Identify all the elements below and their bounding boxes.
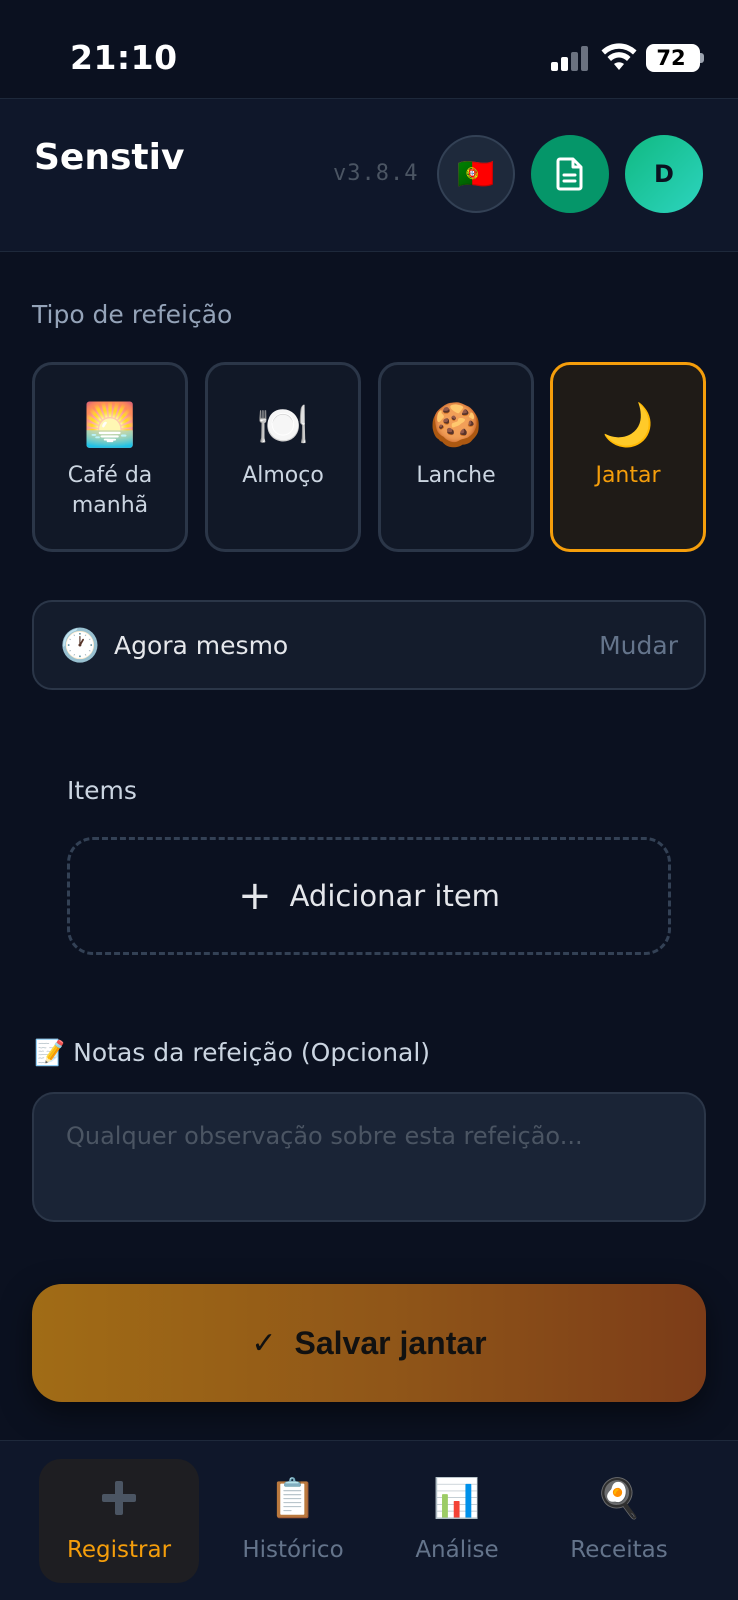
tab-label: Registrar: [66, 1537, 172, 1563]
meal-option-label: Café da manhã: [67, 463, 153, 518]
battery-icon: 72: [646, 44, 700, 72]
clipboard-icon: 📋: [269, 1476, 317, 1520]
meal-option-label: Lanche: [416, 463, 496, 488]
tab-registrar[interactable]: Registrar: [39, 1459, 199, 1583]
tab-label: Histórico: [242, 1537, 344, 1563]
app-version: v3.8.4: [333, 161, 419, 186]
moon-icon: 🌙: [601, 400, 655, 449]
check-icon: ✓: [251, 1326, 277, 1360]
tab-label: Receitas: [570, 1537, 668, 1563]
items-label: Items: [67, 776, 137, 805]
language-button[interactable]: 🇵🇹: [437, 135, 515, 213]
portugal-flag-icon: 🇵🇹: [457, 156, 495, 192]
document-icon: [556, 157, 583, 191]
frying-pan-icon: 🍳: [595, 1476, 643, 1520]
bar-chart-icon: 📊: [433, 1476, 481, 1520]
tab-analise[interactable]: 📊 Análise: [377, 1459, 537, 1583]
cellular-signal-icon: [551, 45, 589, 71]
sunrise-icon: 🌅: [83, 400, 137, 449]
meal-option-label: Jantar: [595, 463, 661, 488]
notes-input[interactable]: [32, 1092, 706, 1222]
tab-label: Análise: [415, 1537, 499, 1563]
plate-icon: 🍽️: [256, 400, 310, 449]
meal-option-breakfast[interactable]: 🌅 Café da manhã: [32, 362, 188, 552]
meal-option-dinner[interactable]: 🌙 Jantar: [550, 362, 706, 552]
plus-icon: [102, 1481, 136, 1515]
meal-option-snack[interactable]: 🍪 Lanche: [378, 362, 534, 552]
meal-register-screen: 21:10 72 Senstiv v3.8.4 🇵🇹 D Tipo de ref…: [0, 0, 738, 1600]
app-title: Senstiv: [34, 137, 185, 178]
plus-icon: +: [238, 873, 272, 919]
status-time: 21:10: [70, 38, 178, 77]
meal-type-label: Tipo de refeição: [32, 300, 233, 329]
change-time-button[interactable]: Mudar: [599, 631, 678, 660]
tab-historico[interactable]: 📋 Histórico: [213, 1459, 373, 1583]
meal-time-row[interactable]: 🕐 Agora mesmo Mudar: [32, 600, 706, 690]
save-button-label: Salvar jantar: [294, 1324, 487, 1361]
meal-option-label: Almoço: [242, 463, 324, 488]
meal-time-value: Agora mesmo: [114, 631, 289, 660]
status-bar: 21:10 72: [0, 0, 738, 100]
memo-icon: 📝: [34, 1038, 66, 1067]
save-dinner-button[interactable]: ✓ Salvar jantar: [32, 1284, 706, 1402]
avatar-initial: D: [654, 160, 674, 188]
clock-icon: 🕐: [60, 626, 100, 664]
add-item-button[interactable]: + Adicionar item: [67, 837, 671, 955]
avatar-button[interactable]: D: [625, 135, 703, 213]
bottom-navigation: Registrar 📋 Histórico 📊 Análise 🍳 Receit…: [0, 1440, 738, 1600]
battery-level: 72: [656, 46, 686, 70]
add-item-label: Adicionar item: [289, 879, 500, 913]
notes-label-text: Notas da refeição (Opcional): [73, 1038, 431, 1067]
battery-tip: [700, 53, 704, 63]
wifi-icon: [601, 43, 637, 70]
document-button[interactable]: [531, 135, 609, 213]
app-header: Senstiv v3.8.4 🇵🇹 D: [0, 98, 738, 252]
tab-receitas[interactable]: 🍳 Receitas: [539, 1459, 699, 1583]
cookie-icon: 🍪: [429, 400, 483, 449]
notes-label: 📝 Notas da refeição (Opcional): [34, 1038, 430, 1068]
meal-option-lunch[interactable]: 🍽️ Almoço: [205, 362, 361, 552]
